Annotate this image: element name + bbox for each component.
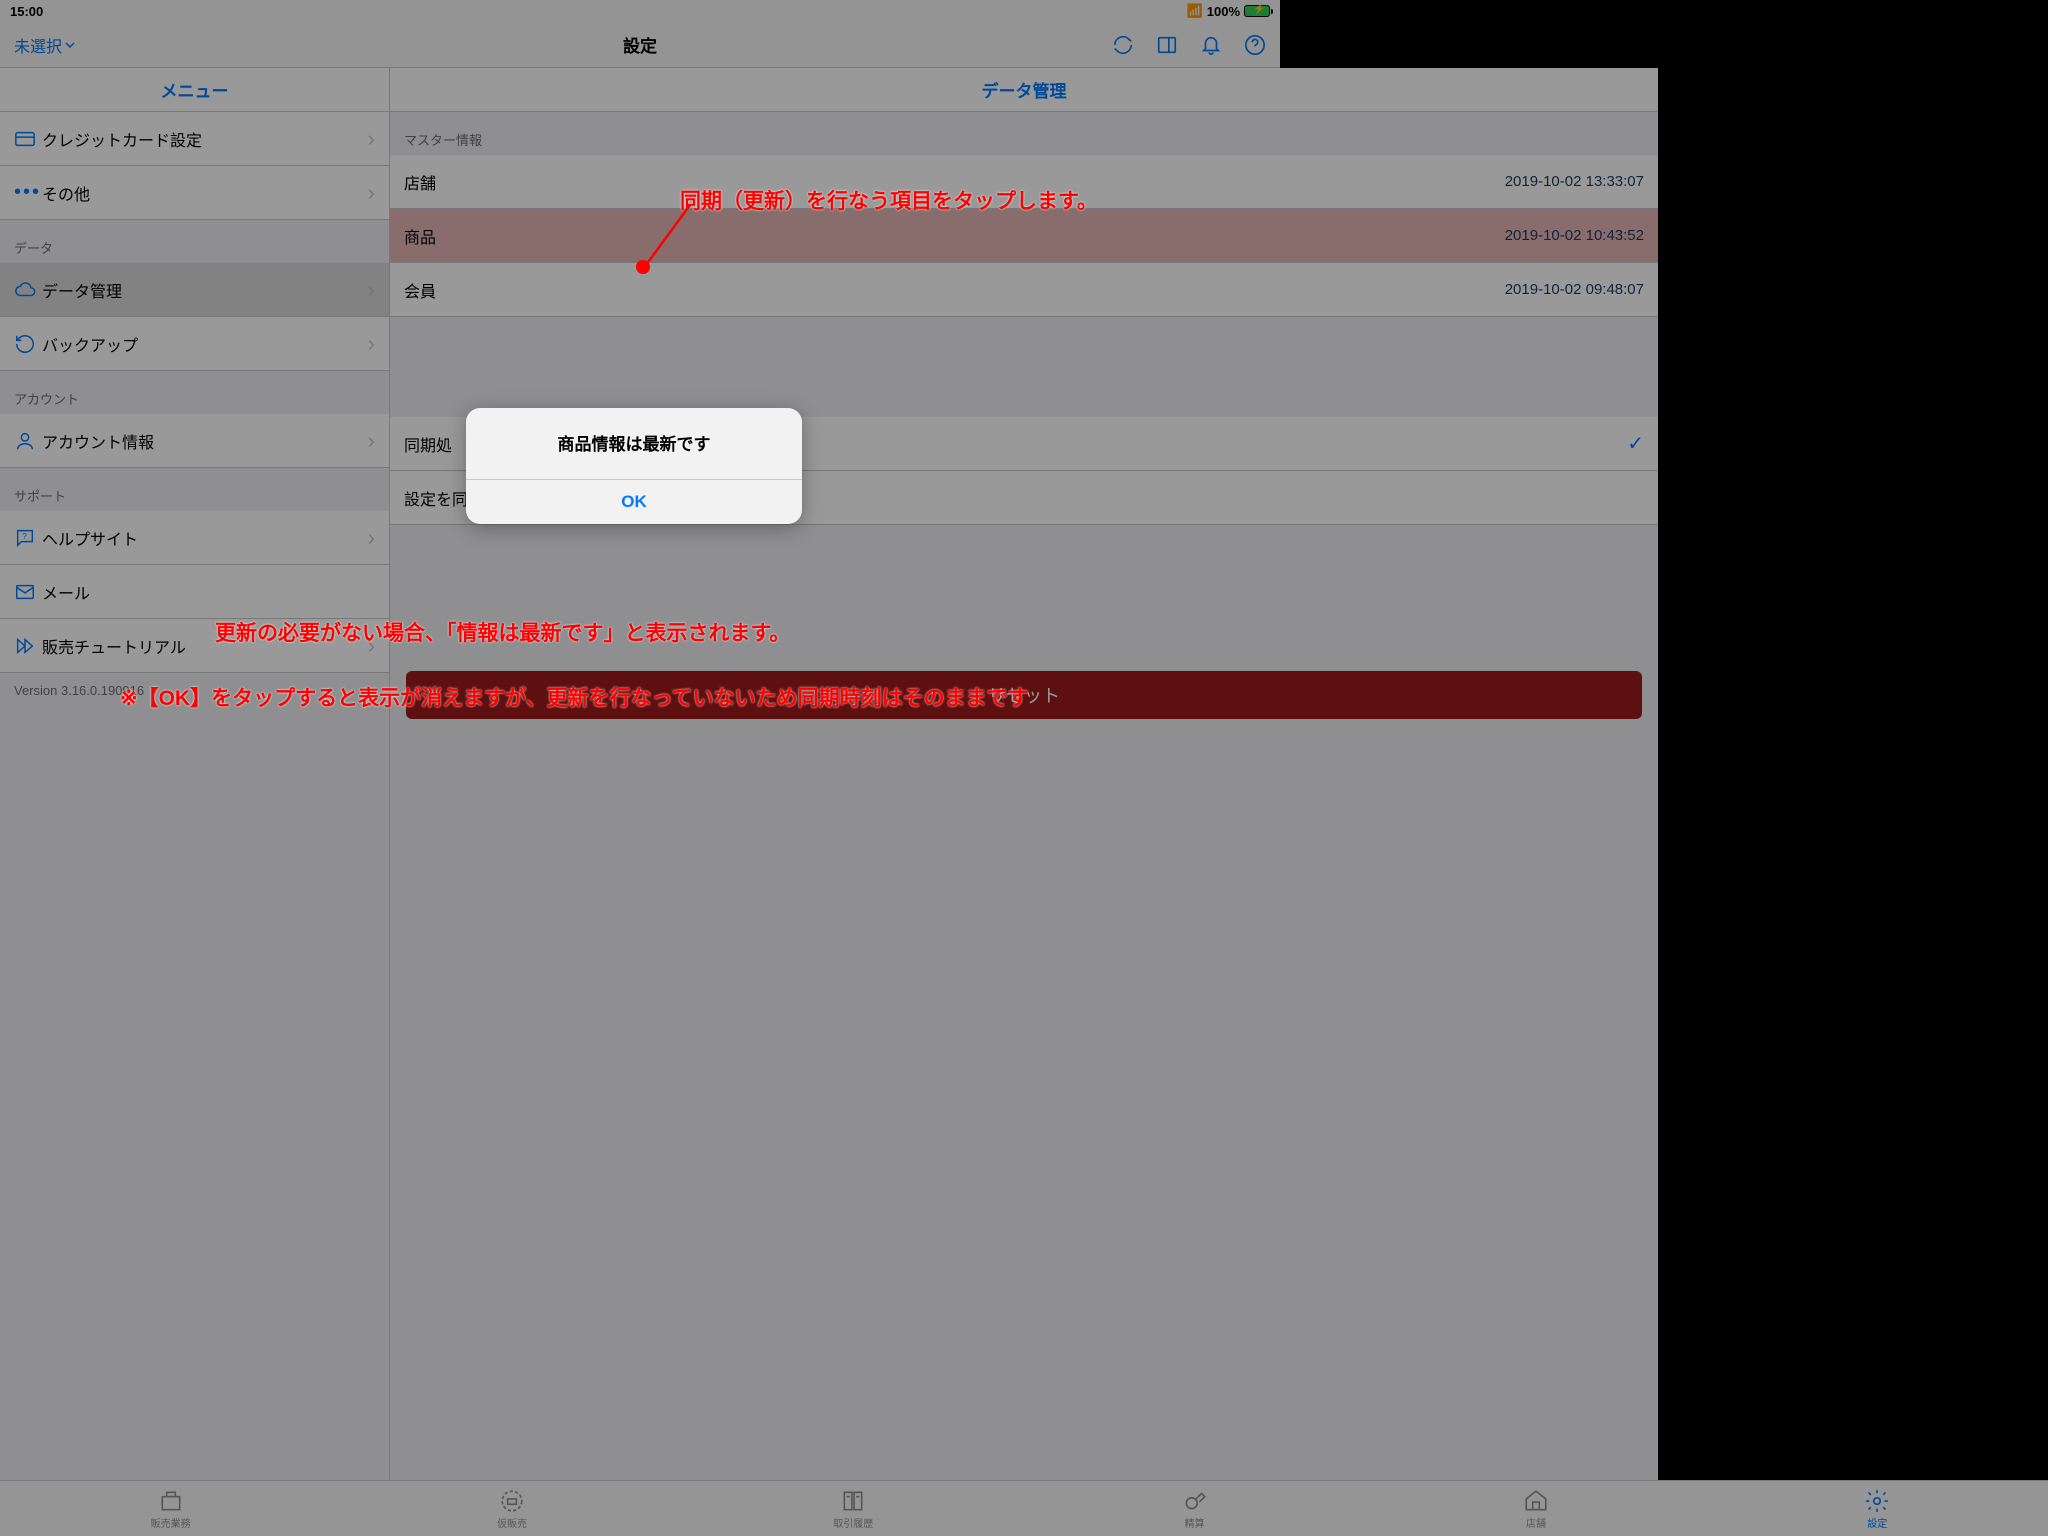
alert-title: 商品情報は最新です xyxy=(466,408,802,479)
annotation-tap: 同期（更新）を行なう項目をタップします。 xyxy=(680,185,1098,215)
annotation-note: ※【OK】をタップすると表示が消えますが、更新を行なっていないため同期時刻はその… xyxy=(120,682,1029,712)
modal-dim-overlay xyxy=(0,0,2048,1536)
annotation-uptodate: 更新の必要がない場合、「情報は最新です」と表示されます。 xyxy=(215,617,790,647)
annotation-dot xyxy=(636,260,650,274)
alert-dialog: 商品情報は最新です OK xyxy=(466,408,802,524)
alert-ok-button[interactable]: OK xyxy=(466,480,802,524)
